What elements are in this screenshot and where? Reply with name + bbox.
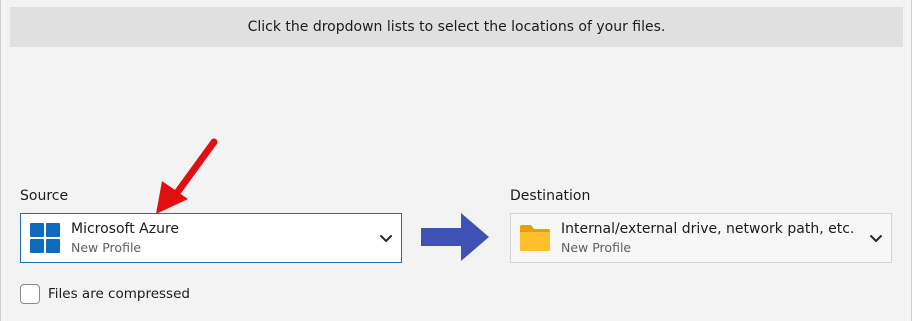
files-compressed-row[interactable]: Files are compressed — [20, 284, 190, 304]
folder-icon — [518, 221, 552, 255]
files-compressed-label[interactable]: Files are compressed — [48, 286, 190, 302]
destination-label: Destination — [510, 188, 591, 204]
files-compressed-checkbox[interactable] — [20, 284, 40, 304]
source-dropdown[interactable]: Microsoft Azure New Profile — [20, 213, 402, 263]
source-selected-subtitle: New Profile — [71, 240, 142, 256]
window-border-left — [0, 0, 1, 321]
source-selected-title: Microsoft Azure — [71, 220, 180, 237]
chevron-down-icon[interactable] — [868, 230, 884, 246]
destination-dropdown[interactable]: Internal/external drive, network path, e… — [510, 213, 892, 263]
annotation-arrow-icon — [156, 138, 218, 214]
windows-icon — [28, 221, 62, 255]
destination-selected-title: Internal/external drive, network path, e… — [561, 220, 855, 237]
instruction-text: Click the dropdown lists to select the l… — [247, 19, 666, 35]
chevron-down-icon[interactable] — [378, 230, 394, 246]
instruction-banner: Click the dropdown lists to select the l… — [10, 7, 903, 47]
flow-arrow-icon — [421, 213, 489, 261]
destination-selected-subtitle: New Profile — [561, 240, 632, 256]
source-label: Source — [20, 188, 69, 204]
